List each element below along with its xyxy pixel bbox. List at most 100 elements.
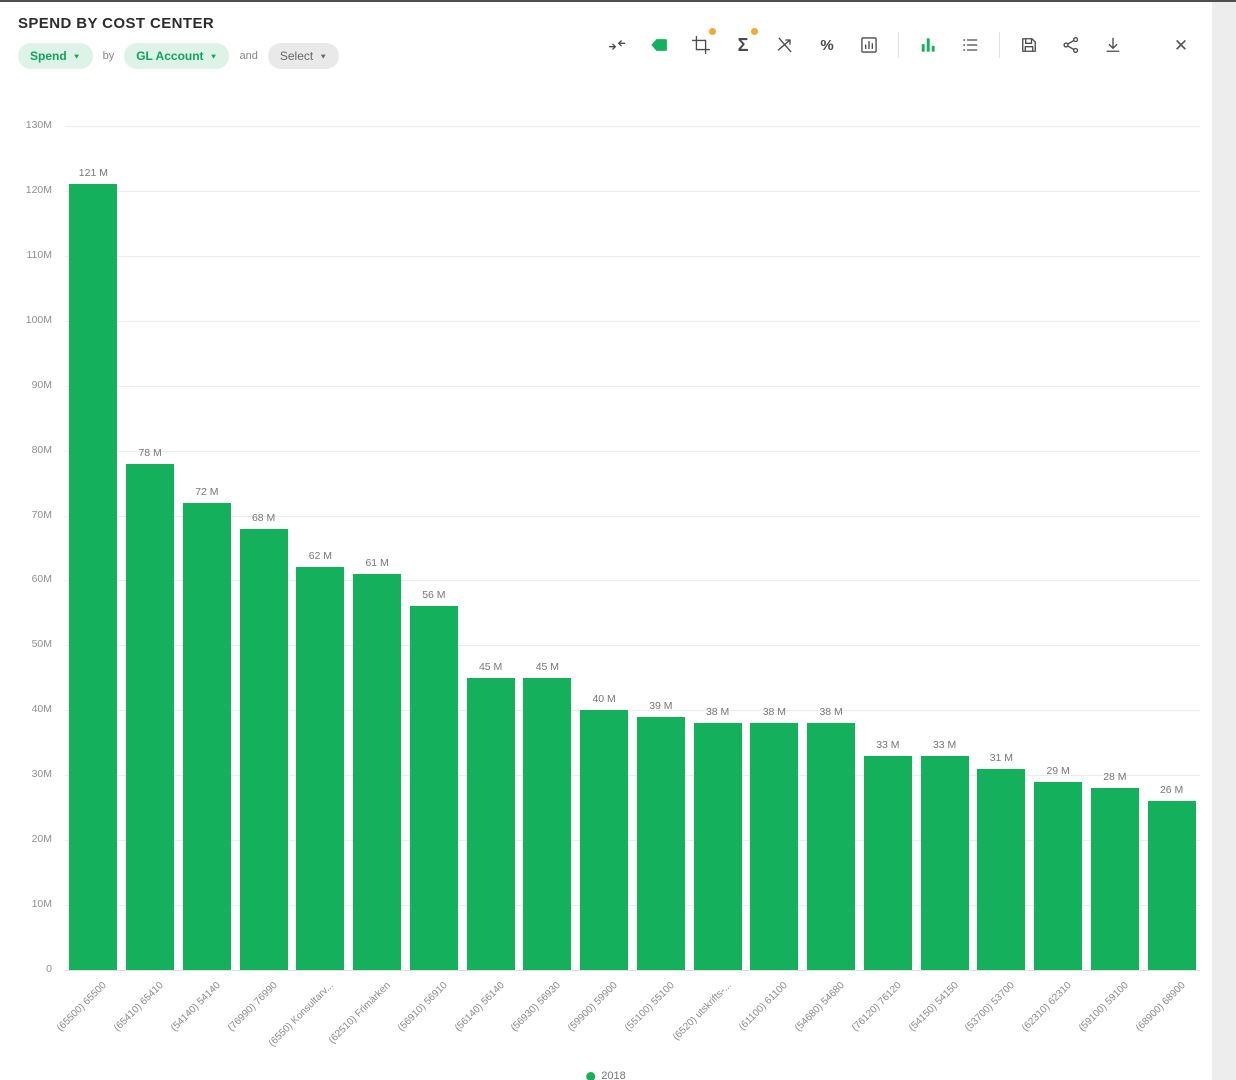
bar-chart: 010M20M30M40M50M60M70M80M90M100M110M120M… (0, 2, 1212, 1080)
gridline (65, 256, 1200, 257)
chevron-down-icon: ▼ (319, 52, 327, 60)
bar[interactable] (353, 574, 401, 970)
bar[interactable] (864, 756, 912, 970)
toolbar-separator (999, 32, 1000, 58)
bar[interactable] (921, 756, 969, 970)
download-icon[interactable] (1100, 32, 1126, 58)
dimension-controls: Spend ▼ by GL Account ▼ and Select ▼ (18, 43, 339, 69)
x-tick-label: (59900) 59900 (506, 980, 620, 1080)
gridline (65, 451, 1200, 452)
bar[interactable] (580, 710, 628, 970)
gridline (65, 126, 1200, 127)
x-tick-label: (62310) 62310 (960, 980, 1074, 1080)
share-icon[interactable] (1058, 32, 1084, 58)
y-tick-label: 70M (0, 509, 52, 521)
y-tick-label: 20M (0, 833, 52, 845)
save-icon[interactable] (1016, 32, 1042, 58)
bar-chart-view-icon[interactable] (915, 32, 941, 58)
x-tick-label: (54680) 54680 (733, 980, 847, 1080)
x-tick-label: (76990) 76990 (166, 980, 280, 1080)
notification-dot (709, 28, 716, 35)
percent-icon[interactable]: % (814, 32, 840, 58)
y-tick-label: 30M (0, 768, 52, 780)
bar[interactable] (1148, 801, 1196, 970)
x-tick-label: (61100) 61100 (676, 980, 790, 1080)
bar-value-label: 61 M (337, 557, 417, 569)
tag-icon[interactable] (646, 32, 672, 58)
bar[interactable] (240, 529, 288, 970)
y-tick-label: 120M (0, 184, 52, 196)
bar[interactable] (467, 678, 515, 970)
toolbar: Σ % (604, 32, 1126, 58)
bar[interactable] (1091, 788, 1139, 970)
page-title: SPEND BY COST CENTER (18, 15, 214, 32)
gridline (65, 191, 1200, 192)
bar[interactable] (126, 464, 174, 970)
toolbar-separator (898, 32, 899, 58)
x-tick-label: (56910) 56910 (336, 980, 450, 1080)
bar[interactable] (694, 723, 742, 970)
legend-label[interactable]: 2018 (601, 1070, 625, 1080)
bar[interactable] (637, 717, 685, 970)
x-tick-label: (55100) 55100 (563, 980, 677, 1080)
gridline (65, 970, 1200, 971)
bar-value-label: 68 M (224, 512, 304, 524)
sigma-icon[interactable]: Σ (730, 32, 756, 58)
measure-dropdown-label: Spend (30, 49, 67, 63)
widget-panel: 010M20M30M40M50M60M70M80M90M100M110M120M… (0, 2, 1212, 1080)
bar[interactable] (296, 567, 344, 970)
dimension-dropdown[interactable]: GL Account ▼ (124, 43, 229, 69)
bar[interactable] (183, 503, 231, 970)
chevron-down-icon: ▼ (210, 52, 218, 60)
x-tick-label: (6550) Konsultarv... (222, 980, 336, 1080)
legend: 2018 (586, 1070, 625, 1080)
legend-dot-2018[interactable] (586, 1072, 595, 1080)
y-tick-label: 10M (0, 898, 52, 910)
bar-value-label: 31 M (961, 752, 1041, 764)
x-tick-label: (56930) 56930 (449, 980, 563, 1080)
bar-value-label: 33 M (905, 739, 985, 751)
y-tick-label: 110M (0, 249, 52, 261)
window-top-edge (0, 0, 1236, 2)
and-label: and (239, 50, 257, 62)
by-label: by (103, 50, 115, 62)
secondary-dimension-dropdown[interactable]: Select ▼ (268, 43, 339, 69)
gridline (65, 840, 1200, 841)
gridline (65, 905, 1200, 906)
y-tick-label: 80M (0, 444, 52, 456)
app-window: 010M20M30M40M50M60M70M80M90M100M110M120M… (0, 0, 1236, 1080)
crop-icon[interactable] (688, 32, 714, 58)
gridline (65, 645, 1200, 646)
bar-value-label: 45 M (507, 661, 587, 673)
bar[interactable] (977, 769, 1025, 970)
list-view-icon[interactable] (957, 32, 983, 58)
gridline (65, 580, 1200, 581)
compress-arrows-icon[interactable] (604, 32, 630, 58)
y-tick-label: 50M (0, 638, 52, 650)
y-tick-label: 60M (0, 573, 52, 585)
bar-value-label: 121 M (53, 167, 133, 179)
x-tick-label: (68900) 68900 (1074, 980, 1188, 1080)
x-tick-label: (54150) 54150 (847, 980, 961, 1080)
y-tick-label: 130M (0, 119, 52, 131)
x-tick-label: (6520) utskrifts-... (620, 980, 734, 1080)
secondary-dropdown-label: Select (280, 49, 313, 63)
x-tick-label: (65410) 65410 (52, 980, 166, 1080)
bar[interactable] (69, 184, 117, 970)
measure-dropdown[interactable]: Spend ▼ (18, 43, 93, 69)
trend-crossed-icon[interactable] (772, 32, 798, 58)
bar-value-label: 38 M (791, 706, 871, 718)
bar-value-label: 28 M (1075, 771, 1155, 783)
x-tick-label: (65500) 65500 (0, 980, 109, 1080)
chart-box-icon[interactable] (856, 32, 882, 58)
bar[interactable] (523, 678, 571, 970)
bar-value-label: 26 M (1132, 784, 1212, 796)
dimension-dropdown-label: GL Account (136, 49, 203, 63)
bar[interactable] (807, 723, 855, 970)
x-tick-label: (53700) 53700 (903, 980, 1017, 1080)
close-icon[interactable]: ✕ (1168, 33, 1194, 59)
bar-value-label: 72 M (167, 486, 247, 498)
bar[interactable] (1034, 782, 1082, 970)
bar[interactable] (750, 723, 798, 970)
bar-value-label: 56 M (394, 589, 474, 601)
